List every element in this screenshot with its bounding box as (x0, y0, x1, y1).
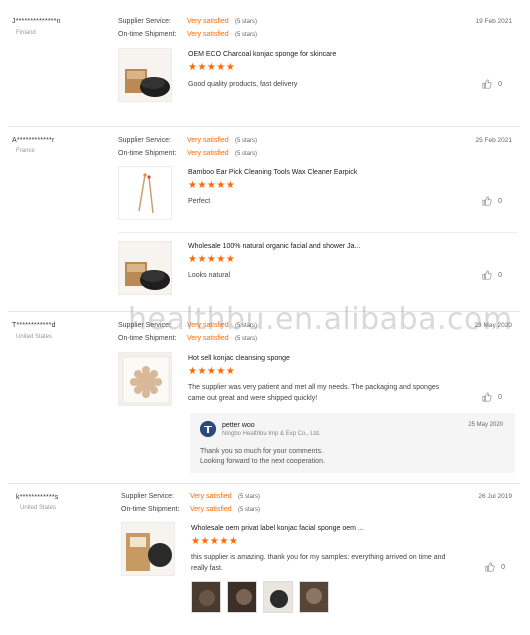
supplier-service-label: Supplier Service: (121, 493, 174, 500)
like-button[interactable]: 0 (482, 392, 502, 402)
supplier-service-label: Supplier Service: (118, 322, 171, 329)
reply-line-2: Looking forward to the next cooperation. (200, 458, 325, 465)
on-time-shipment-label: On-time Shipment: (121, 506, 180, 513)
on-time-shipment-stars: (5 stars) (235, 32, 258, 38)
supplier-service-value: Very satisfied (190, 493, 232, 500)
reply-text: Thank you so much for your comments. Loo… (200, 447, 500, 467)
review-photo-gallery (191, 581, 371, 615)
supplier-service-label: Supplier Service: (118, 137, 171, 144)
product-rating-stars: ★★★★★ (188, 62, 236, 73)
on-time-shipment-value: Very satisfied (187, 31, 229, 38)
review-photo-2[interactable] (227, 581, 257, 613)
thumbs-up-icon (482, 79, 492, 89)
review-photo-1[interactable] (191, 581, 221, 613)
review-divider (8, 126, 520, 127)
review-date: 19 Feb 2021 (475, 18, 512, 25)
thumbs-up-icon (482, 196, 492, 206)
supplier-service-stars: (5 stars) (235, 323, 258, 329)
supplier-service-stars: (5 stars) (235, 138, 258, 144)
review-comment: this supplier is amazing. thank you for … (191, 554, 446, 572)
review-date: 26 Jul 2019 (478, 493, 512, 500)
reply-company: Ningbo Healthbu Imp & Exp Co., Ltd. (222, 431, 321, 437)
review-comment: Looks natural (188, 272, 231, 279)
like-button[interactable]: 0 (482, 270, 502, 280)
on-time-shipment-label: On-time Shipment: (118, 31, 177, 38)
product-rating-stars: ★★★★★ (191, 536, 239, 547)
product-title[interactable]: Hot sell konjac cleansing sponge (188, 355, 290, 362)
product-thumbnail[interactable] (118, 241, 172, 295)
like-button[interactable]: 0 (482, 79, 502, 89)
like-count: 0 (498, 271, 502, 279)
buyer-name: J**************n (12, 18, 61, 25)
buyer-country: United States (20, 505, 57, 511)
on-time-shipment-stars: (5 stars) (238, 507, 261, 513)
thumbs-up-icon (482, 392, 492, 402)
buyer-country: Finland (16, 30, 36, 36)
watermark: healthbu.en.alibaba.com (128, 302, 513, 337)
thumbs-up-icon (482, 270, 492, 280)
product-card: OEM ECO Charcoal konjac sponge for skinc… (118, 48, 518, 108)
supplier-service-stars: (5 stars) (235, 19, 258, 25)
product-thumbnail[interactable] (118, 352, 172, 406)
supplier-service-value: Very satisfied (187, 137, 229, 144)
supplier-service-value: Very satisfied (187, 322, 229, 329)
reply-date: 25 May 2020 (468, 422, 503, 428)
product-title[interactable]: OEM ECO Charcoal konjac sponge for skinc… (188, 51, 336, 58)
product-divider (118, 232, 518, 233)
buyer-country: United States (16, 334, 53, 340)
on-time-shipment-value: Very satisfied (187, 150, 229, 157)
product-title[interactable]: Bamboo Ear Pick Cleaning Tools Wax Clean… (188, 169, 357, 176)
review-comment: Perfect (188, 198, 211, 205)
review-date: 25 Feb 2021 (475, 137, 512, 144)
buyer-country: France (16, 148, 35, 154)
reply-line-1: Thank you so much for your comments. (200, 448, 323, 455)
review-photo-3[interactable] (263, 581, 293, 613)
on-time-shipment-label: On-time Shipment: (118, 335, 177, 342)
like-button[interactable]: 0 (485, 562, 505, 572)
like-button[interactable]: 0 (482, 196, 502, 206)
on-time-shipment-value: Very satisfied (187, 335, 229, 342)
buyer-name: T************d (12, 322, 56, 329)
on-time-shipment-value: Very satisfied (190, 506, 232, 513)
product-title[interactable]: Wholesale 100% natural organic facial an… (188, 243, 360, 250)
like-count: 0 (498, 80, 502, 88)
on-time-shipment-label: On-time Shipment: (118, 150, 177, 157)
on-time-shipment-stars: (5 stars) (235, 336, 258, 342)
supplier-reply: petter woo Ningbo Healthbu Imp & Exp Co.… (190, 413, 515, 473)
product-rating-stars: ★★★★★ (188, 366, 236, 377)
review-divider (8, 311, 520, 312)
on-time-shipment-stars: (5 stars) (235, 151, 258, 157)
reply-author-name: petter woo (222, 422, 255, 429)
product-thumbnail[interactable] (118, 166, 172, 220)
review-comment: Good quality products, fast delivery (188, 81, 298, 88)
review-date: 23 May 2020 (474, 322, 512, 329)
product-card: Wholesale 100% natural organic facial an… (118, 241, 518, 301)
review-divider (8, 483, 520, 484)
like-count: 0 (498, 393, 502, 401)
product-card: Hot sell konjac cleansing sponge ★★★★★ T… (118, 352, 518, 412)
supplier-service-value: Very satisfied (187, 18, 229, 25)
like-count: 0 (501, 563, 505, 571)
thumbs-up-icon (485, 562, 495, 572)
review-comment: The supplier was very patient and met al… (188, 384, 440, 402)
like-count: 0 (498, 197, 502, 205)
product-card: Wholesale oem privat label konjac facial… (121, 522, 521, 582)
product-title[interactable]: Wholesale oem privat label konjac facial… (191, 525, 364, 532)
buyer-name: k************s (16, 494, 59, 501)
product-thumbnail[interactable] (121, 522, 175, 576)
product-rating-stars: ★★★★★ (188, 180, 236, 191)
supplier-avatar (200, 421, 216, 437)
product-card: Bamboo Ear Pick Cleaning Tools Wax Clean… (118, 166, 518, 226)
supplier-service-stars: (5 stars) (238, 494, 261, 500)
product-thumbnail[interactable] (118, 48, 172, 102)
product-rating-stars: ★★★★★ (188, 254, 236, 265)
buyer-name: A************r (12, 137, 55, 144)
review-photo-4[interactable] (299, 581, 329, 613)
supplier-service-label: Supplier Service: (118, 18, 171, 25)
